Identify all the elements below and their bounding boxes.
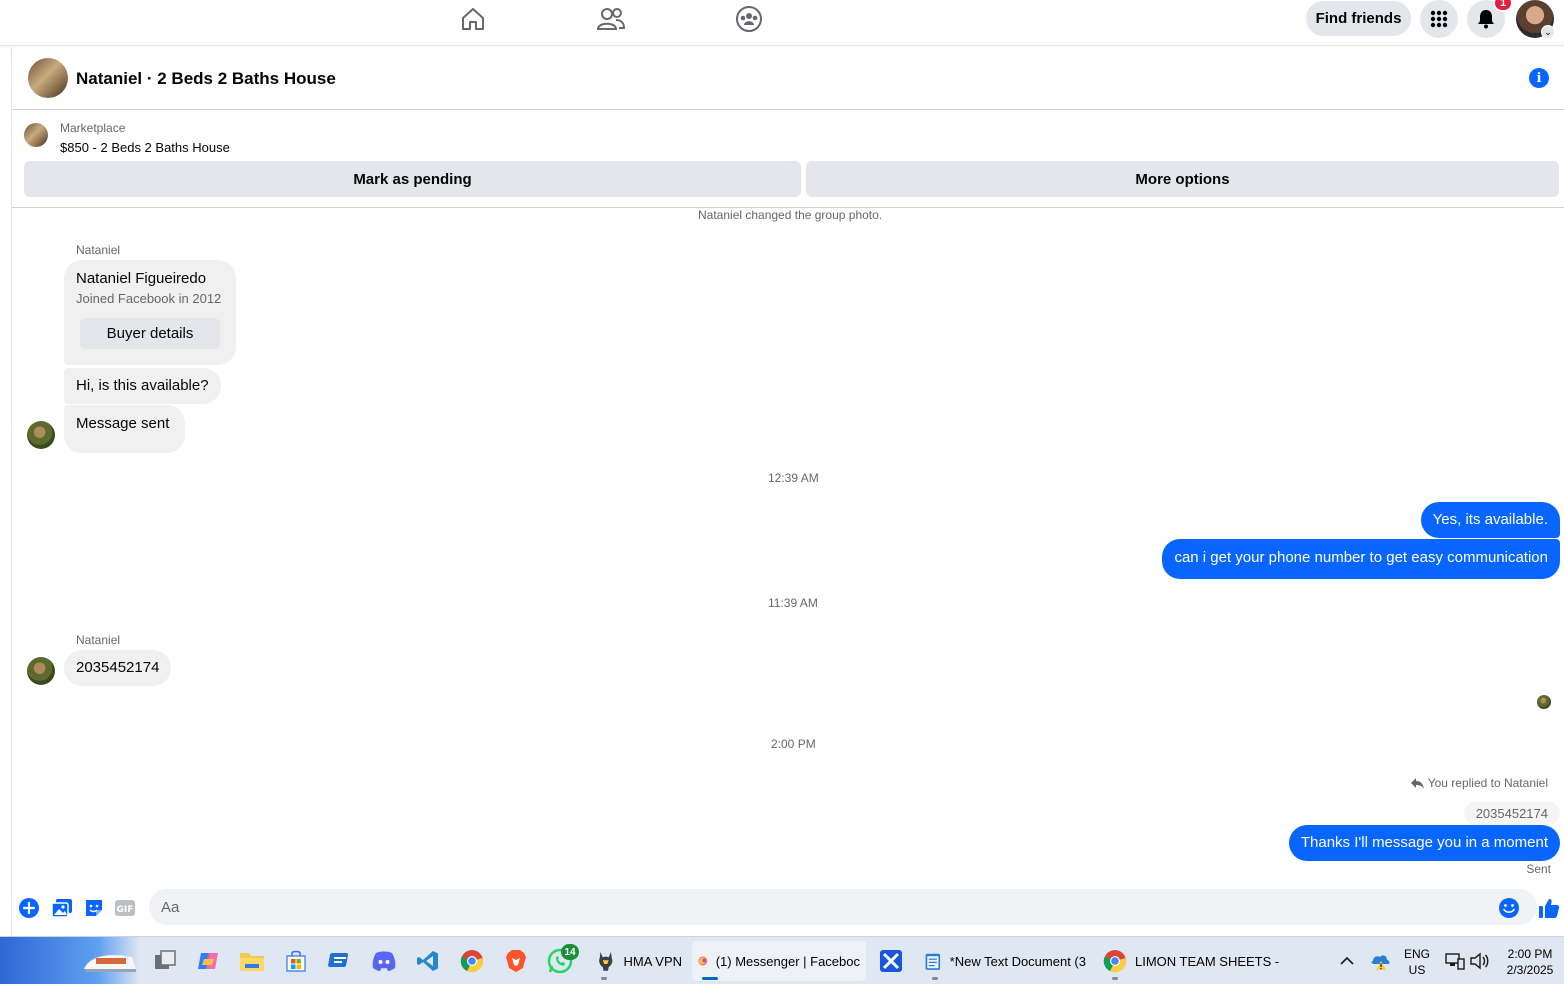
sticker-icon[interactable] (83, 897, 105, 919)
running-indicator (601, 977, 607, 980)
message-input[interactable] (149, 889, 1537, 925)
home-icon[interactable] (453, 3, 493, 35)
incoming-message[interactable]: 2035452174 (64, 650, 172, 686)
taskbar-app-label: LIMON TEAM SHEETS - (1135, 953, 1280, 969)
keyboard-region: US (1408, 963, 1426, 977)
onedrive-warning-icon[interactable] (1366, 947, 1394, 975)
find-friends-button[interactable]: Find friends (1306, 1, 1411, 36)
running-indicator (932, 977, 938, 980)
group-photo-notice: Nataniel changed the group photo. (698, 208, 883, 222)
notepad-icon (925, 953, 941, 970)
listing-title[interactable]: $850 - 2 Beds 2 Baths House (60, 140, 230, 155)
whatsapp-unread-badge: 14 (561, 944, 579, 960)
photo-icon[interactable] (51, 897, 73, 919)
outgoing-message[interactable]: Yes, its available. (1420, 502, 1560, 538)
discord-icon[interactable] (370, 947, 398, 975)
language-code: ENG (1403, 947, 1430, 961)
chevron-up-icon[interactable] (1333, 947, 1361, 975)
outgoing-message[interactable]: Thanks I'll message you in a moment (1288, 825, 1560, 861)
buyer-joined: Joined Facebook in 2012 (76, 291, 222, 306)
clock-time: 2:00 PM (1507, 947, 1553, 961)
buyer-details-button[interactable]: Buyer details (80, 318, 220, 349)
vpn-donkey-icon (599, 952, 613, 971)
top-navigation: Find friends 1 ⌄ (0, 0, 1564, 46)
sender-avatar[interactable] (27, 657, 55, 685)
timestamp: 11:39 AM (768, 596, 818, 610)
running-indicator (1112, 977, 1118, 980)
taskbar-app-chrome-sheets[interactable]: LIMON TEAM SHEETS - (1097, 941, 1287, 981)
message-sent-notice[interactable]: Message sent (64, 405, 186, 453)
timestamp: 12:39 AM (768, 471, 819, 485)
svg-text:GIF: GIF (117, 905, 134, 915)
copilot-icon[interactable] (194, 947, 222, 975)
message-status: Sent (1526, 862, 1551, 876)
notification-count-badge: 1 (1493, 0, 1513, 12)
sender-avatar[interactable] (27, 421, 55, 449)
account-chevron-down-icon[interactable]: ⌄ (1541, 25, 1555, 39)
volume-icon[interactable] (1465, 947, 1493, 975)
read-receipt-avatar (1537, 695, 1551, 709)
chrome-icon[interactable] (458, 947, 486, 975)
reply-label-text: You replied to Nataniel (1427, 776, 1548, 790)
listing-source: Marketplace (60, 121, 126, 135)
taskbar-app-notepad[interactable]: *New Text Document (3 (918, 941, 1092, 981)
message-composer: GIF (12, 889, 1564, 936)
train-widget-icon (84, 955, 136, 972)
clock-date: 2/3/2025 (1506, 963, 1554, 977)
taskbar-app-label: HMA VPN (623, 953, 682, 969)
chrome-icon (1103, 950, 1126, 973)
taskbar-app-hma-vpn[interactable]: HMA VPN (590, 941, 688, 981)
widgets-weather-area[interactable] (0, 937, 140, 984)
incoming-message[interactable]: Hi, is this available? (64, 368, 221, 404)
taskbar-app-label: *New Text Document (3 (949, 953, 1086, 969)
conversation-avatar[interactable] (28, 58, 68, 98)
taskbar-app-messenger[interactable]: (1) Messenger | Faceboc (692, 941, 866, 981)
mark-as-pending-button[interactable]: Mark as pending (24, 161, 801, 197)
vscode-icon[interactable] (414, 947, 442, 975)
buyer-profile-card: Nataniel Figueiredo Joined Facebook in 2… (64, 260, 236, 365)
microsoft-store-icon[interactable] (282, 947, 310, 975)
app-icon-blue-x[interactable] (877, 947, 905, 975)
app-icon[interactable] (326, 947, 354, 975)
timestamp: 2:00 PM (771, 737, 816, 751)
conversation-panel: Nataniel · 2 Beds 2 Baths House i Market… (11, 47, 1564, 936)
brave-icon[interactable] (502, 947, 530, 975)
firefox-icon (698, 956, 708, 966)
plus-circle-icon[interactable] (18, 897, 40, 919)
menu-grid-icon[interactable] (1420, 0, 1458, 38)
info-icon[interactable]: i (1529, 68, 1549, 88)
reply-label: You replied to Nataniel (1410, 776, 1548, 790)
sender-name: Nataniel (76, 633, 121, 647)
listing-thumbnail[interactable] (24, 123, 48, 147)
active-indicator (702, 977, 718, 980)
taskbar-app-label: (1) Messenger | Faceboc (715, 953, 860, 969)
conversation-title[interactable]: Nataniel · 2 Beds 2 Baths House (76, 69, 336, 89)
language-indicator[interactable]: ENG US (1400, 946, 1434, 978)
clock[interactable]: 2:00 PM 2/3/2025 (1496, 946, 1564, 978)
groups-icon[interactable] (729, 3, 769, 35)
more-options-button[interactable]: More options (806, 161, 1559, 197)
file-explorer-icon[interactable] (238, 947, 266, 975)
quoted-message[interactable]: 2035452174 (1463, 802, 1560, 825)
task-view-icon[interactable] (151, 947, 179, 975)
marketplace-listing-banner: Marketplace $850 - 2 Beds 2 Baths House … (12, 111, 1564, 208)
reply-arrow-icon (1410, 777, 1424, 789)
emoji-icon[interactable] (1498, 897, 1520, 919)
friends-icon[interactable] (591, 3, 631, 35)
windows-taskbar: 14 HMA VPN (1) Messenger | Faceboc *New … (0, 936, 1564, 984)
messenger-window: Find friends 1 ⌄ Nataniel · 2 Beds 2 Bat… (0, 0, 1564, 984)
gif-icon[interactable]: GIF (114, 897, 136, 919)
conversation-header: Nataniel · 2 Beds 2 Baths House i (12, 47, 1564, 110)
buyer-name: Nataniel Figueiredo (76, 270, 207, 287)
outgoing-message[interactable]: can i get your phone number to get easy … (1162, 539, 1560, 579)
thumbs-up-icon[interactable] (1538, 897, 1560, 919)
sender-name: Nataniel (76, 243, 121, 257)
